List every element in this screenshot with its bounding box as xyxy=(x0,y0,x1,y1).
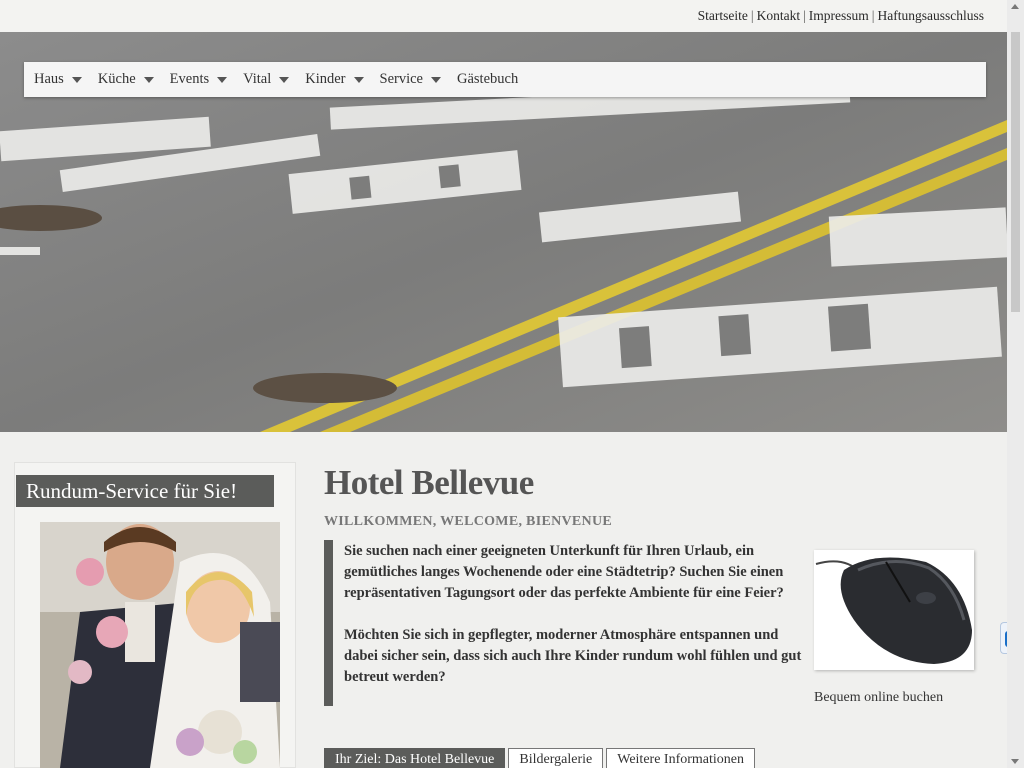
booking-image[interactable] xyxy=(814,550,974,670)
scroll-up-icon[interactable] xyxy=(1011,4,1019,9)
scroll-down-icon[interactable] xyxy=(1011,759,1019,764)
page-scrollbar[interactable] xyxy=(1007,0,1024,768)
link-impressum[interactable]: Impressum xyxy=(809,8,869,23)
content-tabs: Ihr Ziel: Das Hotel Bellevue Bildergaler… xyxy=(324,748,758,768)
link-kontakt[interactable]: Kontakt xyxy=(757,8,801,23)
nav-item-gaestebuch[interactable]: Gästebuch xyxy=(457,71,518,88)
nav-item-kinder[interactable]: Kinder xyxy=(305,71,364,88)
computer-mouse-icon xyxy=(814,550,974,670)
main-nav: Haus Küche Events Vital Kinder Service G… xyxy=(24,62,986,97)
caret-down-icon xyxy=(431,76,441,83)
intro-quote: Sie suchen nach einer geeigneten Unterku… xyxy=(324,540,804,706)
caret-down-icon xyxy=(71,76,82,83)
scrollbar-thumb[interactable] xyxy=(1011,32,1020,312)
top-bar: Startseite | Kontakt | Impressum | Haftungsaus… xyxy=(0,0,1007,32)
intro-paragraph-2: Möchten Sie sich in gepflegter, moderner… xyxy=(344,627,802,685)
intro-paragraph-1: Sie suchen nach einer geeigneten Unterku… xyxy=(344,543,784,601)
page-title: Hotel Bellevue xyxy=(324,463,534,502)
caret-down-icon xyxy=(143,76,154,83)
link-startseite[interactable]: Startseite xyxy=(698,8,748,23)
link-haftungsausschluss[interactable]: Haftungsausschluss xyxy=(878,8,985,23)
nav-item-service[interactable]: Service xyxy=(380,71,441,88)
wedding-image xyxy=(40,522,280,768)
sidebar-title: Rundum-Service für Sie! xyxy=(16,475,274,507)
nav-item-vital[interactable]: Vital xyxy=(243,71,290,88)
top-links: Startseite | Kontakt | Impressum | Haftungsaus… xyxy=(697,8,985,23)
booking-caption[interactable]: Bequem online buchen xyxy=(814,690,943,706)
page-subtitle: WILLKOMMEN, WELCOME, BIENVENUE xyxy=(324,514,612,529)
caret-down-icon xyxy=(279,76,290,83)
nav-item-haus[interactable]: Haus xyxy=(34,71,82,88)
tab-bildergalerie[interactable]: Bildergalerie xyxy=(508,748,604,768)
caret-down-icon xyxy=(353,76,364,83)
tab-weitere-informationen[interactable]: Weitere Informationen xyxy=(606,748,755,768)
wedding-photo[interactable] xyxy=(40,522,280,768)
caret-down-icon xyxy=(217,76,228,83)
nav-item-kueche[interactable]: Küche xyxy=(98,71,154,88)
tab-ihr-ziel[interactable]: Ihr Ziel: Das Hotel Bellevue xyxy=(324,748,506,768)
nav-item-events[interactable]: Events xyxy=(170,71,228,88)
